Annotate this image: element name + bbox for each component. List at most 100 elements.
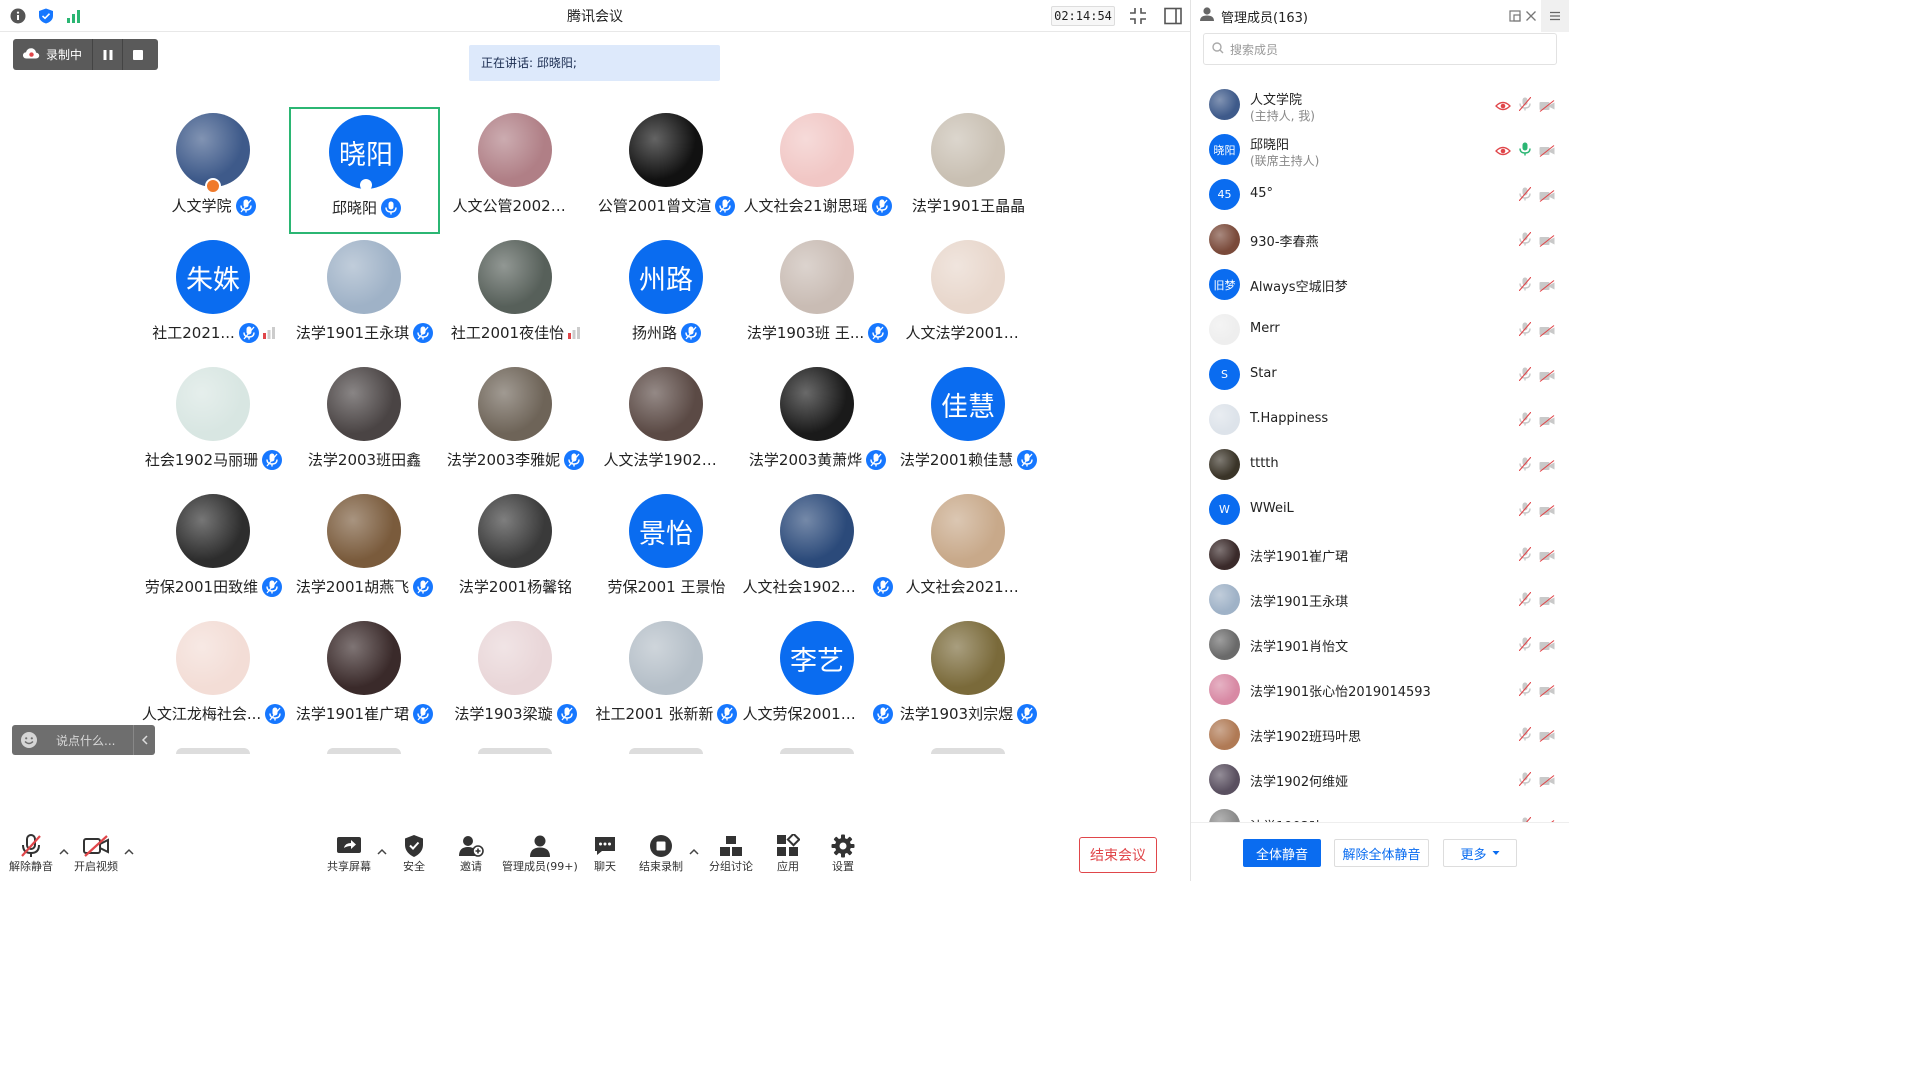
participant-tile[interactable]: 人文公管2002田时... — [440, 107, 591, 234]
close-panel-icon[interactable] — [1525, 10, 1537, 26]
participant-tile[interactable]: 人文社会21谢思瑶 — [742, 107, 893, 234]
mute-all-button[interactable]: 全体静音 — [1243, 839, 1321, 867]
member-mic-off-icon[interactable] — [1518, 591, 1532, 610]
member-row[interactable]: 晓阳 邱晓阳 (联席主持人) — [1191, 127, 1569, 172]
member-row[interactable]: 法学1901王永琪 — [1191, 577, 1569, 622]
chat-button[interactable]: 聊天 — [593, 834, 617, 874]
stop-recording-toolbar-button[interactable]: 结束录制 — [639, 834, 683, 874]
panel-menu-icon[interactable] — [1541, 0, 1569, 32]
settings-button[interactable]: 设置 — [831, 834, 855, 874]
participant-tile[interactable]: 法学2003班田鑫 — [289, 361, 440, 488]
member-row[interactable]: 45 45° — [1191, 172, 1569, 217]
member-row[interactable]: 旧梦 Always空城旧梦 — [1191, 262, 1569, 307]
participant-tile[interactable]: 法学1901王晶晶 — [893, 107, 1044, 234]
participant-tile[interactable]: 人文法学1902曹嘉怡 — [591, 361, 742, 488]
start-video-button[interactable]: 开启视频 — [74, 834, 118, 874]
participant-tile[interactable]: 法学1903刘宗煜 — [893, 615, 1044, 742]
member-video-off-icon[interactable] — [1539, 279, 1555, 292]
member-video-off-icon[interactable] — [1539, 459, 1555, 472]
member-row[interactable]: 930-李春燕 — [1191, 217, 1569, 262]
member-video-off-icon[interactable] — [1539, 369, 1555, 382]
participant-tile[interactable]: 法学2001胡燕飞 — [289, 488, 440, 615]
member-video-off-icon[interactable] — [1539, 549, 1555, 562]
member-row[interactable]: tttth — [1191, 442, 1569, 487]
participant-tile[interactable]: 公管2001曾文渲 — [591, 107, 742, 234]
participant-tile[interactable]: 法学1901王永琪 — [289, 234, 440, 361]
member-video-off-icon[interactable] — [1539, 504, 1555, 517]
member-row[interactable]: 人文学院 (主持人, 我) — [1191, 82, 1569, 127]
sidebar-toggle-icon[interactable] — [1164, 7, 1182, 25]
participant-tile[interactable]: 人文江龙梅社会... — [138, 615, 289, 742]
popout-panel-icon[interactable] — [1509, 10, 1521, 26]
member-mic-on-icon[interactable] — [1519, 141, 1531, 160]
end-meeting-button[interactable]: 结束会议 — [1079, 837, 1157, 873]
participant-tile[interactable]: 州路 扬州路 — [591, 234, 742, 361]
member-row[interactable]: W WWeiL — [1191, 487, 1569, 532]
screen-share-eye-icon[interactable] — [1495, 145, 1511, 157]
member-video-off-icon[interactable] — [1539, 594, 1555, 607]
participant-tile[interactable]: 法学1901崔广珺 — [289, 615, 440, 742]
member-video-off-icon[interactable] — [1539, 639, 1555, 652]
member-row[interactable]: T.Happiness — [1191, 397, 1569, 442]
participant-tile[interactable]: 法学2003李雅妮 — [440, 361, 591, 488]
participant-tile[interactable]: 晓阳 邱晓阳 — [289, 107, 440, 234]
participant-tile[interactable]: 劳保2001田致维 — [138, 488, 289, 615]
recording-options-caret-icon[interactable] — [689, 848, 699, 858]
invite-button[interactable]: 邀请 — [458, 834, 484, 874]
participant-tile[interactable]: 佳慧 法学2001赖佳慧 — [893, 361, 1044, 488]
member-video-off-icon[interactable] — [1539, 774, 1555, 787]
member-mic-off-icon[interactable] — [1518, 411, 1532, 430]
participant-tile[interactable]: 人文社会1902刘... — [742, 488, 893, 615]
member-mic-off-icon[interactable] — [1518, 96, 1532, 115]
apps-button[interactable]: 应用 — [776, 834, 800, 874]
member-mic-off-icon[interactable] — [1518, 636, 1532, 655]
member-video-off-icon[interactable] — [1539, 324, 1555, 337]
share-options-caret-icon[interactable] — [377, 848, 387, 858]
unmute-all-button[interactable]: 解除全体静音 — [1334, 839, 1429, 867]
stop-recording-button[interactable] — [122, 39, 152, 70]
member-row[interactable]: S Star — [1191, 352, 1569, 397]
member-mic-off-icon[interactable] — [1518, 726, 1532, 745]
member-mic-off-icon[interactable] — [1518, 771, 1532, 790]
member-video-off-icon[interactable] — [1539, 684, 1555, 697]
emoji-icon[interactable] — [12, 731, 46, 749]
member-mic-off-icon[interactable] — [1518, 231, 1532, 250]
participant-tile[interactable]: 人文学院 — [138, 107, 289, 234]
collapse-chat-icon[interactable] — [133, 725, 155, 755]
breakout-rooms-button[interactable]: 分组讨论 — [709, 834, 753, 874]
member-video-off-icon[interactable] — [1539, 414, 1555, 427]
member-row[interactable]: 法学1901崔广珺 — [1191, 532, 1569, 577]
participant-tile[interactable]: 朱姝 社工2021... — [138, 234, 289, 361]
participant-tile[interactable]: 李艺 人文劳保2001李... — [742, 615, 893, 742]
participant-tile[interactable]: 社工2001 张新新 — [591, 615, 742, 742]
security-button[interactable]: 安全 — [403, 834, 425, 874]
exit-fullscreen-icon[interactable] — [1129, 7, 1147, 25]
member-mic-off-icon[interactable] — [1518, 546, 1532, 565]
member-row[interactable]: 法学1902叶... — [1191, 802, 1569, 822]
member-mic-off-icon[interactable] — [1518, 501, 1532, 520]
member-mic-off-icon[interactable] — [1518, 681, 1532, 700]
member-video-off-icon[interactable] — [1539, 99, 1555, 112]
member-row[interactable]: 法学1902何维娅 — [1191, 757, 1569, 802]
member-row[interactable]: Merr — [1191, 307, 1569, 352]
member-row[interactable]: 法学1901肖怡文 — [1191, 622, 1569, 667]
more-button[interactable]: 更多 — [1443, 839, 1517, 867]
member-video-off-icon[interactable] — [1539, 729, 1555, 742]
pause-recording-button[interactable] — [92, 39, 122, 70]
video-options-caret-icon[interactable] — [124, 848, 134, 858]
member-row[interactable]: 法学1901张心怡2019014593 — [1191, 667, 1569, 712]
member-mic-off-icon[interactable] — [1518, 456, 1532, 475]
manage-members-button[interactable]: 管理成员(99+) — [502, 834, 578, 874]
participant-tile[interactable]: 法学2003黄萧烨 — [742, 361, 893, 488]
participant-tile[interactable]: 社会1902马丽珊 — [138, 361, 289, 488]
member-video-off-icon[interactable] — [1539, 189, 1555, 202]
member-mic-off-icon[interactable] — [1518, 321, 1532, 340]
member-mic-off-icon[interactable] — [1518, 186, 1532, 205]
member-row[interactable]: 法学1902班玛叶思 — [1191, 712, 1569, 757]
participant-tile[interactable]: 社工2001夜佳怡 — [440, 234, 591, 361]
participant-tile[interactable]: 人文法学2001班何... — [893, 234, 1044, 361]
participant-tile[interactable]: 法学1903梁璇 — [440, 615, 591, 742]
unmute-button[interactable]: 解除静音 — [9, 834, 53, 874]
member-search-input[interactable]: 搜索成员 — [1203, 33, 1557, 65]
participant-tile[interactable]: 人文社会2021许常倖 — [893, 488, 1044, 615]
